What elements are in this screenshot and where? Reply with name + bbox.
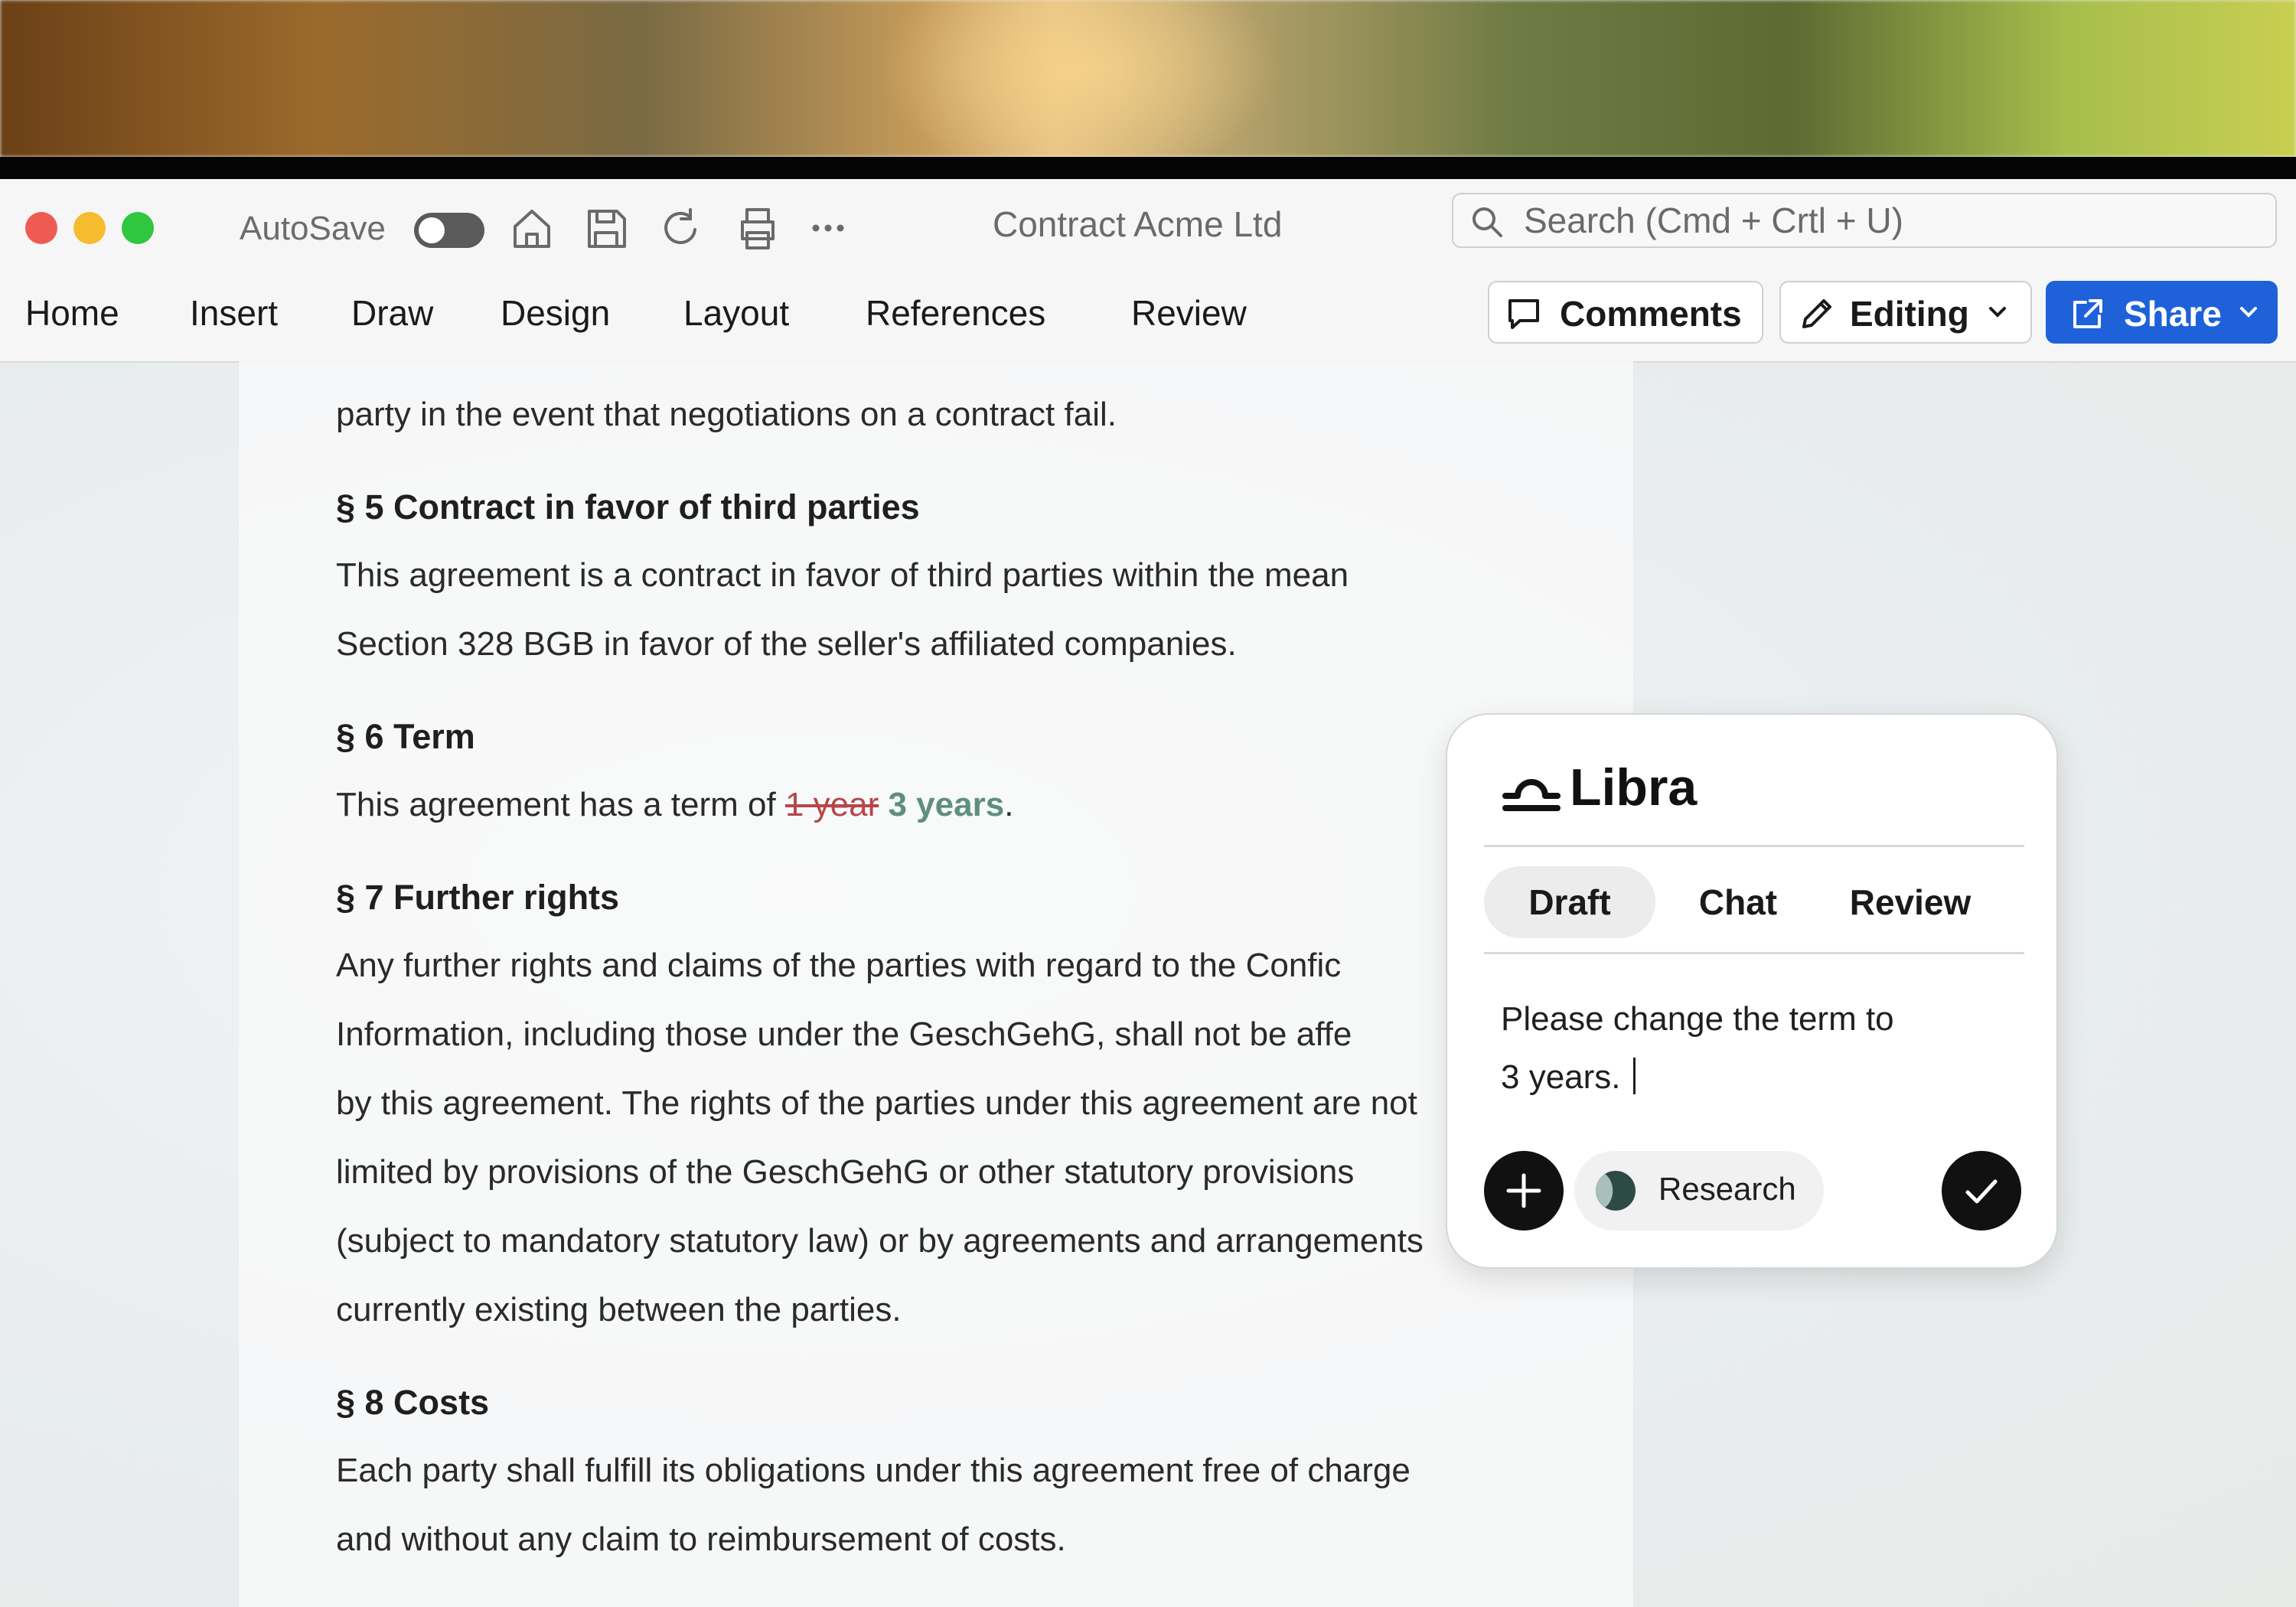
document-page[interactable]: party in the event that negotiations on … <box>239 361 1633 1607</box>
share-icon <box>2073 299 2102 328</box>
paragraph-text: (subject to mandatory statutory law) or … <box>336 1222 1424 1260</box>
text-cursor <box>1632 1058 1636 1094</box>
paragraph-text: Each party shall fulfill its obligations… <box>336 1452 1411 1489</box>
paragraph-text: Information, including those under the G… <box>336 1015 1352 1053</box>
paragraph-text: and without any claim to reimbursement o… <box>336 1521 1066 1558</box>
word-window: AutoSave Contract Acme Ltd Search (Cmd +… <box>0 179 2296 1607</box>
title-bar: AutoSave Contract Acme Ltd Search (Cmd +… <box>0 179 2296 363</box>
divider <box>1484 952 2024 954</box>
section-5-heading: § 5 Contract in favor of third parties <box>336 487 920 526</box>
chevron-down-icon <box>1989 307 2006 318</box>
paragraph-text: Section 328 BGB in favor of the seller's… <box>336 625 1237 663</box>
save-icon[interactable] <box>582 204 631 253</box>
paragraph-text: limited by provisions of the GeschGehG o… <box>336 1153 1355 1191</box>
libra-logo-icon <box>1502 779 1561 811</box>
search-input[interactable] <box>1524 200 2258 240</box>
section-7-heading: § 7 Further rights <box>336 878 620 917</box>
checkmark-icon <box>1965 1179 1998 1204</box>
deleted-text[interactable]: 1 year <box>785 786 879 823</box>
libra-assistant-panel: Libra Draft Chat Review Please change th… <box>1446 713 2058 1269</box>
comments-button[interactable]: Comments <box>1488 281 1763 344</box>
menu-review[interactable]: Review <box>1131 292 1247 334</box>
editing-mode-button[interactable]: Editing <box>1779 281 2032 344</box>
divider <box>1484 845 2024 847</box>
search-icon <box>1473 207 1502 237</box>
prompt-input[interactable]: Please change the term to 3 years. <box>1501 990 2006 1107</box>
libra-name: Libra <box>1570 758 1698 817</box>
tab-review[interactable]: Review <box>1830 866 1991 938</box>
plus-icon <box>1506 1173 1541 1208</box>
editing-label: Editing <box>1850 294 1969 334</box>
tracked-change-paragraph: This agreement has a term of 1 year 3 ye… <box>336 786 1013 824</box>
submit-button[interactable] <box>1942 1151 2021 1231</box>
pencil-icon <box>1802 299 1831 328</box>
section-6-heading: § 6 Term <box>336 717 475 756</box>
menu-layout[interactable]: Layout <box>683 292 789 334</box>
paragraph-text: This agreement has a term of <box>336 786 776 823</box>
search-box[interactable] <box>1452 193 2277 248</box>
tab-chat[interactable]: Chat <box>1662 866 1815 938</box>
menu-home[interactable]: Home <box>25 292 119 334</box>
redo-icon[interactable] <box>657 204 706 253</box>
print-icon[interactable] <box>733 204 782 253</box>
home-icon[interactable] <box>507 204 556 253</box>
menu-insert[interactable]: Insert <box>190 292 278 334</box>
research-label: Research <box>1658 1171 1796 1207</box>
research-button[interactable]: Research <box>1574 1151 1824 1231</box>
menu-references[interactable]: References <box>866 292 1045 334</box>
comments-label: Comments <box>1560 294 1742 334</box>
autosave-toggle[interactable] <box>414 213 484 248</box>
prompt-text-line: 3 years. <box>1501 1058 1621 1096</box>
close-window-button[interactable] <box>25 212 57 244</box>
more-options-icon[interactable] <box>804 204 853 253</box>
autosave-toggle-knob <box>419 217 445 243</box>
paragraph-text: by this agreement. The rights of the par… <box>336 1084 1417 1122</box>
comment-icon <box>1508 299 1539 329</box>
paragraph-text: party in the event that negotiations on … <box>336 396 1117 433</box>
prompt-text-line: Please change the term to <box>1501 1000 1894 1038</box>
add-button[interactable] <box>1484 1151 1564 1231</box>
document-title: Contract Acme Ltd <box>993 204 1283 244</box>
share-label: Share <box>2124 294 2222 334</box>
paragraph-text: Any further rights and claims of the par… <box>336 947 1342 984</box>
menu-design[interactable]: Design <box>501 292 610 334</box>
inserted-text[interactable]: 3 years <box>888 786 1004 823</box>
paragraph-text: currently existing between the parties. <box>336 1291 902 1328</box>
paragraph-text: This agreement is a contract in favor of… <box>336 556 1349 594</box>
research-icon <box>1595 1171 1636 1211</box>
screen-top-bar <box>0 157 2296 179</box>
share-button[interactable]: Share <box>2046 281 2278 344</box>
minimize-window-button[interactable] <box>73 212 106 244</box>
autosave-label: AutoSave <box>240 210 386 247</box>
period: . <box>1004 786 1014 823</box>
section-8-heading: § 8 Costs <box>336 1383 490 1422</box>
chevron-down-icon <box>2240 307 2257 318</box>
tab-draft[interactable]: Draft <box>1484 866 1655 938</box>
zoom-window-button[interactable] <box>122 212 154 244</box>
menu-draw[interactable]: Draw <box>351 292 433 334</box>
